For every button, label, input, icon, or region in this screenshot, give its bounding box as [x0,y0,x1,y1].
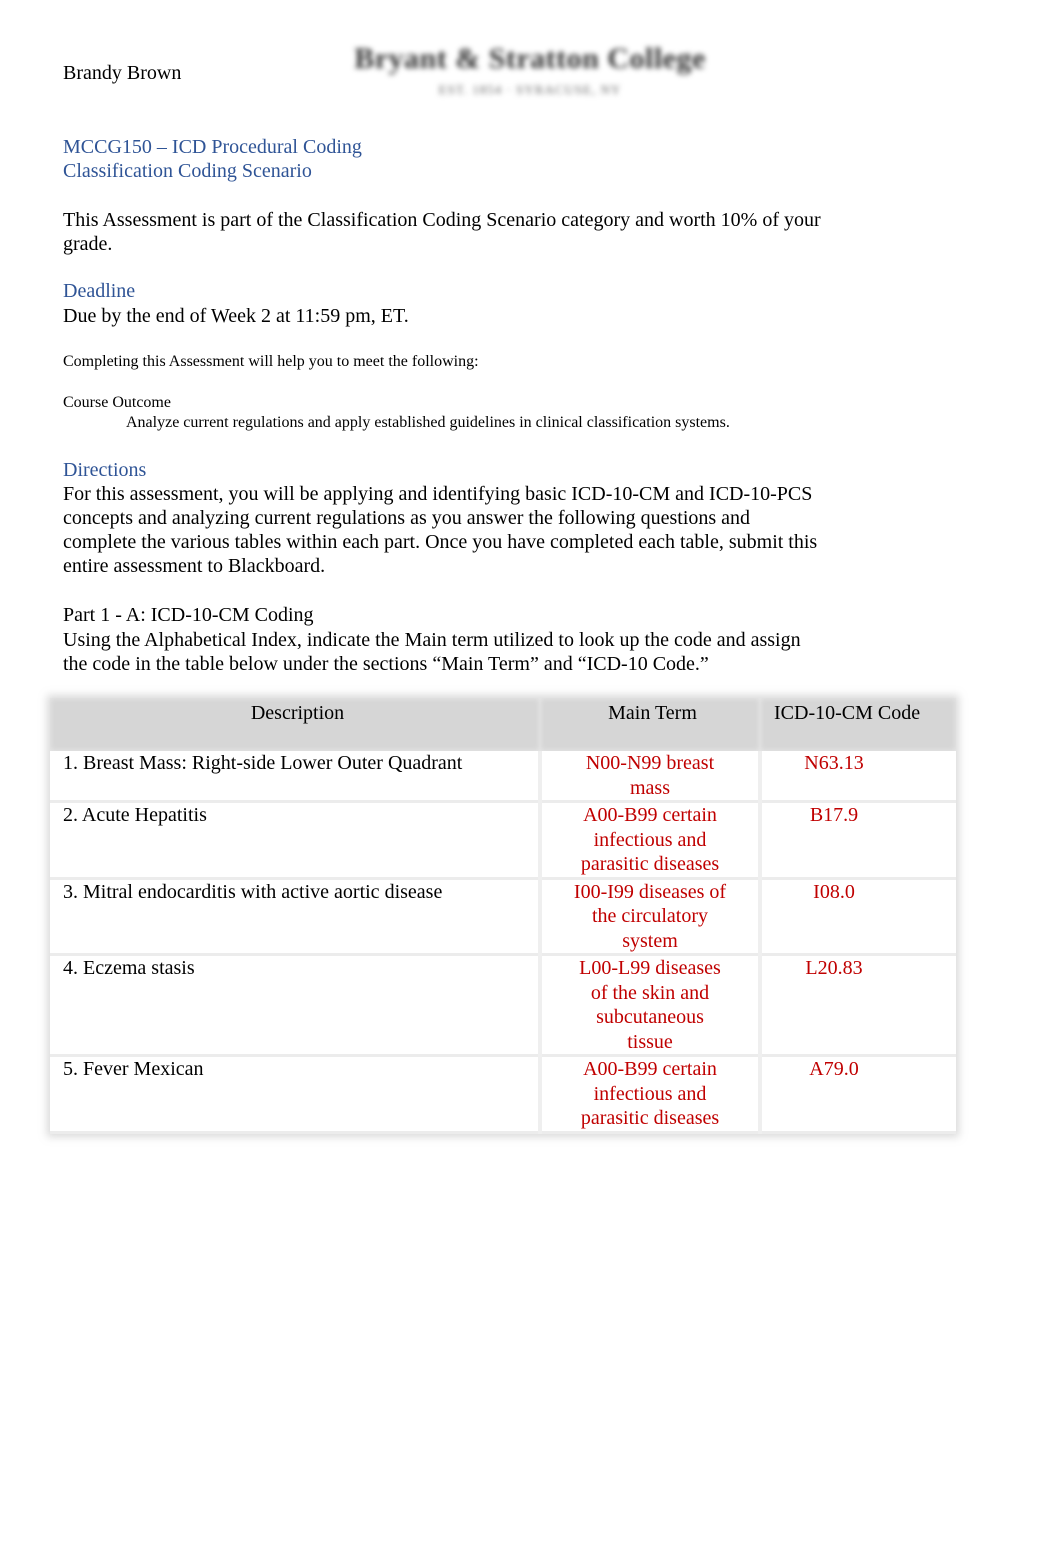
table-row: 2. Acute Hepatitis A00-B99 certain infec… [50,801,956,880]
course-title-line2: Classification Coding Scenario [63,160,312,182]
completing-text: Completing this Assessment will help you… [63,353,479,370]
directions-heading: Directions [63,459,147,481]
header-main-term: Main Term [540,698,760,751]
coding-table-container: Description Main Term ICD-10-CM Code 1. … [50,698,956,1134]
logo-title: Bryant & Stratton College [354,42,706,75]
deadline-heading: Deadline [63,280,136,302]
coding-table: Description Main Term ICD-10-CM Code 1. … [50,698,956,1134]
header-description: Description [50,698,540,751]
table-header-row: Description Main Term ICD-10-CM Code [50,698,956,751]
row-icd-code[interactable]: A79.0 [760,1055,956,1134]
table-row: 3. Mitral endocarditis with active aorti… [50,878,956,956]
row-description[interactable]: 5. Fever Mexican [50,1055,542,1134]
logo-subtitle: EST. 1854 · SYRACUSE, NY [438,82,622,97]
course-outcome-item:  Analyze current regulations and apply … [93,413,730,433]
row-description[interactable]: 4. Eczema stasis [50,954,542,1057]
table-row: 4. Eczema stasis L00-L99 diseases of the… [50,954,956,1057]
part1-description: Using the Alphabetical Index, indicate t… [63,629,801,675]
row-icd-code[interactable]: B17.9 [760,801,956,880]
intro-paragraph: This Assessment is part of the Classific… [63,209,821,255]
directions-text: For this assessment, you will be applyin… [63,483,818,577]
row-main-term[interactable]: L00-L99 diseases of the skin and subcuta… [540,954,762,1057]
table-row: 1. Breast Mass: Right-side Lower Outer Q… [50,751,956,803]
row-icd-code[interactable]: L20.83 [760,954,956,1057]
bullet-icon:  [93,413,126,433]
row-icd-code[interactable]: N63.13 [760,751,956,803]
row-main-term[interactable]: I00-I99 diseases of the circulatory syst… [540,878,762,956]
deadline-text: Due by the end of Week 2 at 11:59 pm, ET… [63,305,409,327]
row-description[interactable]: 1. Breast Mass: Right-side Lower Outer Q… [50,751,542,803]
row-description[interactable]: 2. Acute Hepatitis [50,801,542,880]
row-description[interactable]: 3. Mitral endocarditis with active aorti… [50,878,542,956]
course-title: MCCG150 – ICD Procedural Coding Classifi… [63,135,362,183]
row-main-term[interactable]: N00-N99 breast mass [540,751,762,803]
row-icd-code[interactable]: I08.0 [760,878,956,956]
college-logo: Bryant & Stratton College EST. 1854 · SY… [345,42,715,112]
student-name: Brandy Brown [63,62,182,84]
course-outcome-label: Course Outcome [63,394,171,411]
course-outcome-text: Analyze current regulations and apply es… [126,414,730,431]
header-icd-code: ICD-10-CM Code [760,698,956,751]
row-main-term[interactable]: A00-B99 certain infectious and parasitic… [540,801,762,880]
course-title-line1: MCCG150 – ICD Procedural Coding [63,136,362,158]
row-main-term[interactable]: A00-B99 certain infectious and parasitic… [540,1055,762,1134]
table-row: 5. Fever Mexican A00-B99 certain infecti… [50,1055,956,1134]
part1-title: Part 1 - A: ICD-10-CM Coding [63,604,314,626]
